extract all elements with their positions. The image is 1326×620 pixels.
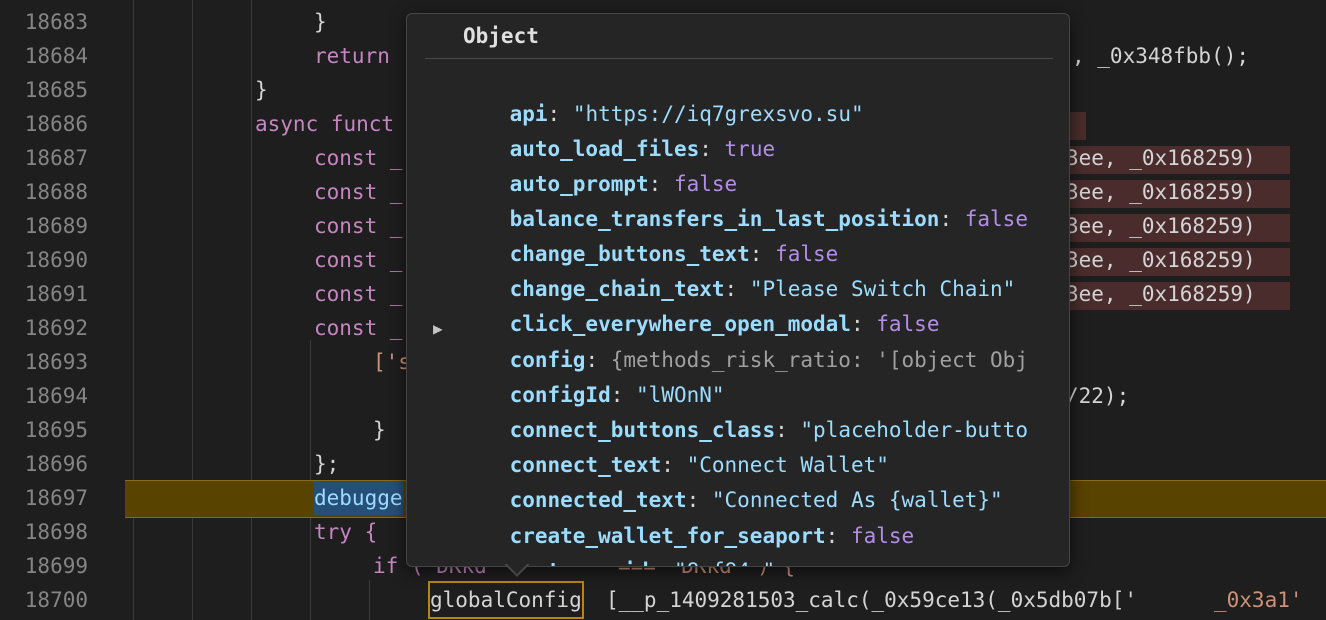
code-token: const _: [314, 248, 403, 272]
line-number[interactable]: 18692: [0, 311, 88, 345]
line-number[interactable]: 18689: [0, 209, 88, 243]
code-token: , _0x348fbb();: [1072, 44, 1250, 68]
property-value: false: [850, 524, 915, 548]
code-token: }: [314, 10, 327, 34]
indent-guide: [133, 0, 134, 620]
code-token: const _: [314, 214, 403, 238]
tooltip-pointer: [506, 563, 528, 574]
code-token: 3ee, _0x168259): [1066, 180, 1256, 204]
code-token: };: [314, 452, 340, 476]
code-token: /22);: [1066, 384, 1130, 408]
indent-guide: [369, 580, 370, 620]
line-number[interactable]: 18700: [0, 583, 88, 617]
code-token: return: [314, 44, 390, 68]
line-number[interactable]: 18698: [0, 515, 88, 549]
code-token: const _: [314, 316, 403, 340]
property-value: false: [964, 207, 1028, 231]
code-token: [__p_1409281503_calc(_0x59ce13(_0x5db07b…: [606, 588, 1138, 612]
property-value: "8zf84s": [674, 559, 775, 566]
code-token: 3ee, _0x168259): [1066, 214, 1256, 238]
line-number[interactable]: 18684: [0, 39, 88, 73]
code-token: }: [373, 418, 386, 442]
tooltip-title: Object: [463, 24, 539, 48]
indent-guide: [192, 0, 193, 620]
code-token: try {: [314, 520, 378, 544]
line-number[interactable]: 18695: [0, 413, 88, 447]
code-token: const _: [314, 282, 403, 306]
line-number[interactable]: 18697: [0, 481, 88, 515]
property-key: customer_id: [510, 559, 649, 566]
code-token: const _: [314, 180, 403, 204]
object-property[interactable]: customer_id: "8zf84s": [459, 523, 776, 566]
line-number[interactable]: 18685: [0, 73, 88, 107]
code-token: 3ee, _0x168259): [1066, 282, 1256, 306]
line-number[interactable]: 18686: [0, 107, 88, 141]
code-token: const _: [314, 146, 403, 170]
line-number[interactable]: 18683: [0, 5, 88, 39]
hovered-identifier[interactable]: globalConfig: [428, 581, 584, 619]
line-number[interactable]: 18688: [0, 175, 88, 209]
line-number[interactable]: 18690: [0, 243, 88, 277]
line-number[interactable]: 18694: [0, 379, 88, 413]
line-number[interactable]: 18687: [0, 141, 88, 175]
code-token: }: [255, 78, 268, 102]
code-token: 3ee, _0x168259): [1066, 248, 1256, 272]
indent-guide: [251, 0, 252, 620]
line-number[interactable]: 18699: [0, 549, 88, 583]
hover-tooltip[interactable]: Object api: "https://iq7grexsvo.su" auto…: [406, 13, 1070, 567]
selected-debugger-keyword[interactable]: debugge: [314, 481, 403, 515]
line-number[interactable]: 18696: [0, 447, 88, 481]
line-number[interactable]: 18693: [0, 345, 88, 379]
code-token: async funct: [255, 112, 395, 136]
code-token: _0x3a1': [1214, 588, 1303, 612]
code-token: 3ee, _0x168259): [1066, 146, 1256, 170]
expand-triangle-icon[interactable]: ▶: [433, 319, 443, 338]
line-number[interactable]: 18691: [0, 277, 88, 311]
divider: [425, 58, 1053, 59]
